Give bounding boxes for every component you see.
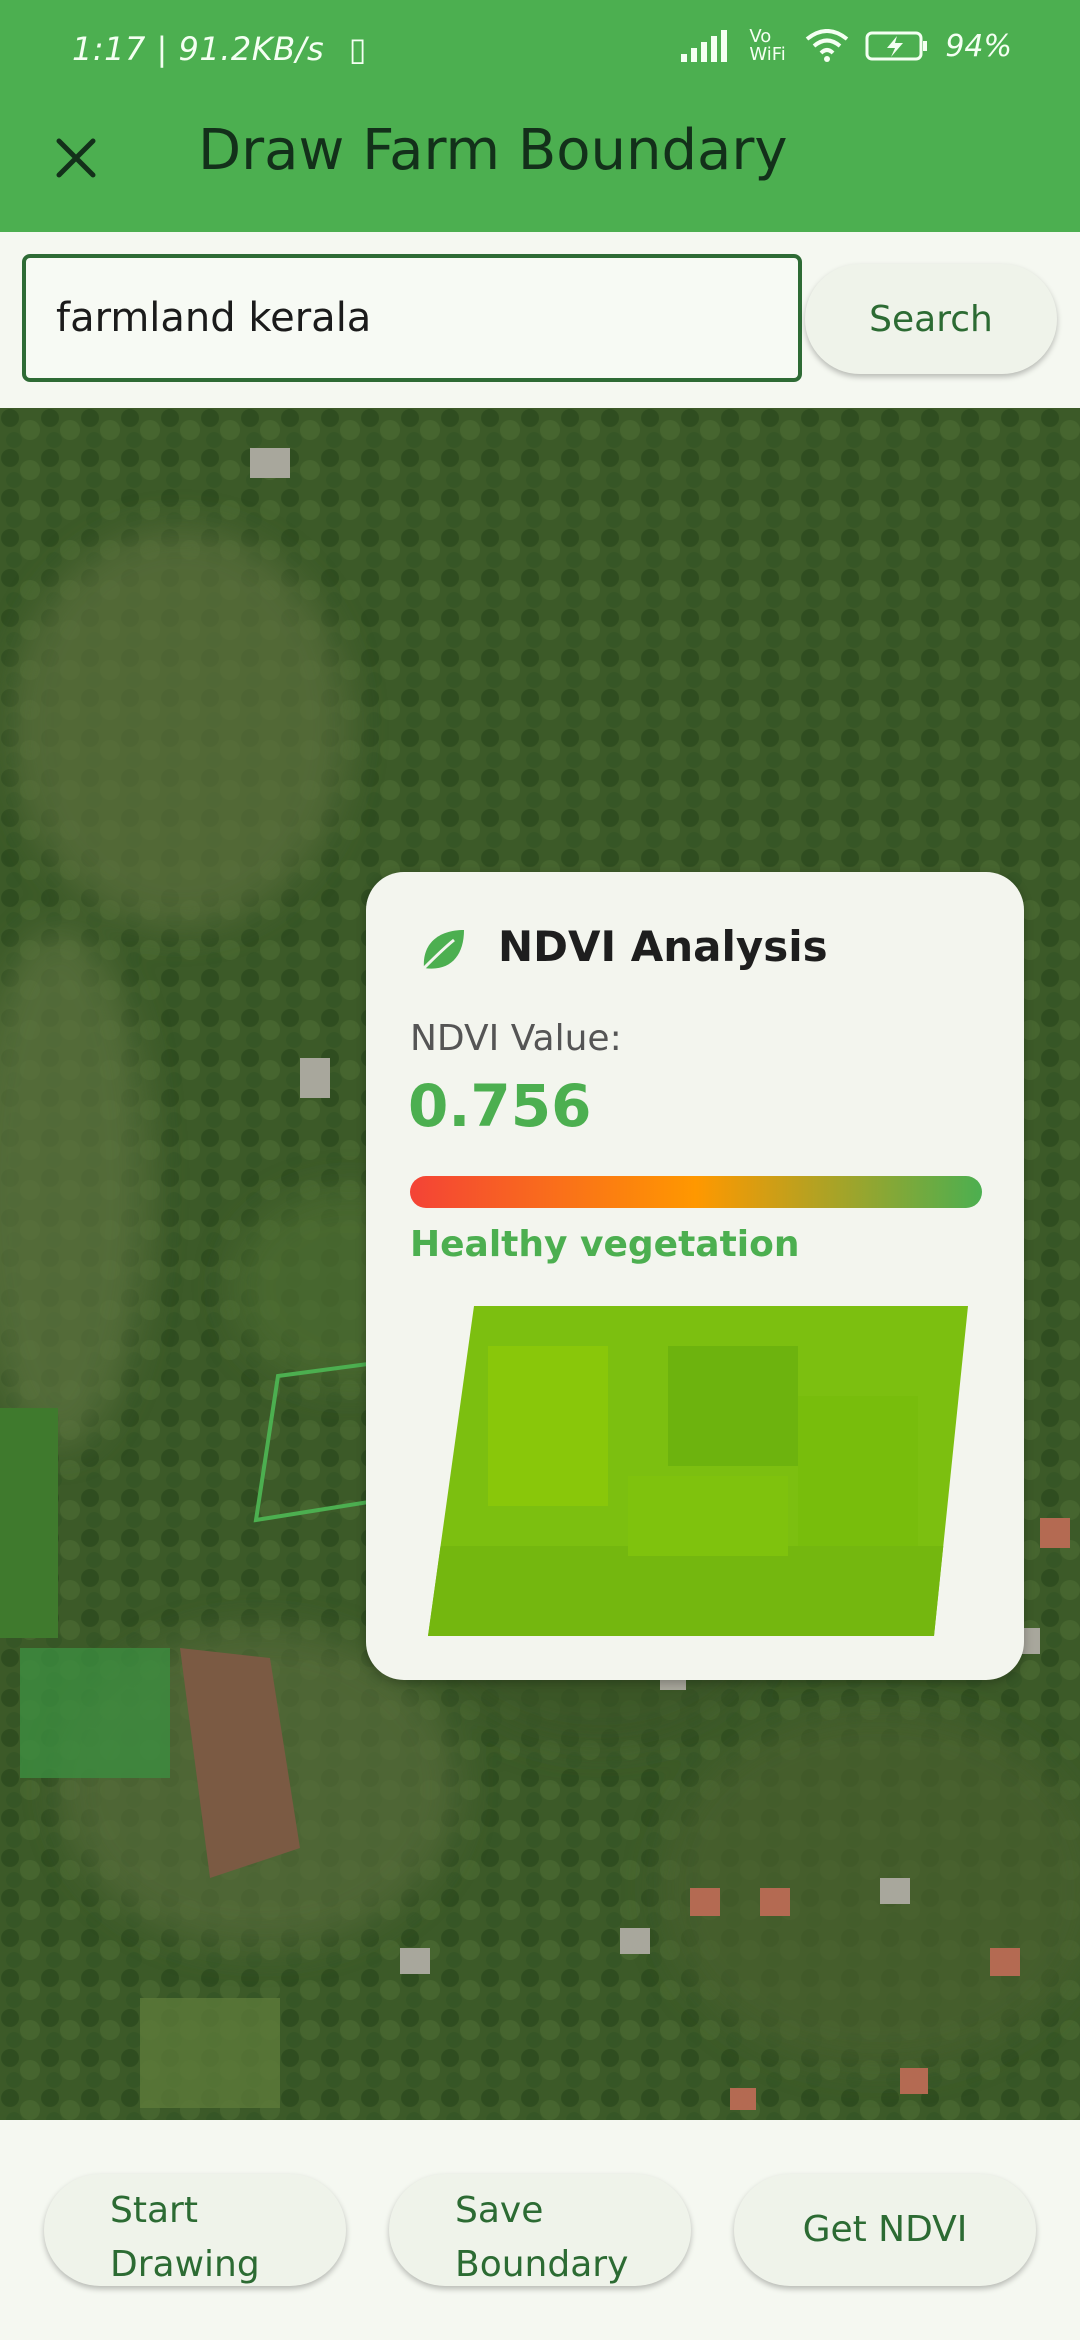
- app-bar: Draw Farm Boundary: [0, 100, 1080, 232]
- sim-icon: ▯: [348, 30, 367, 68]
- start-drawing-button[interactable]: Start Drawing: [44, 2174, 346, 2286]
- signal-icon: [681, 30, 728, 62]
- status-bar: 1:17 | 91.2KB/s ▯ Vo WiFi 94%: [0, 0, 1080, 100]
- battery-icon: [865, 31, 928, 61]
- status-left: 1:17 | 91.2KB/s ▯: [72, 30, 367, 68]
- ndvi-value-label: NDVI Value:: [410, 1018, 622, 1059]
- search-input[interactable]: [22, 254, 802, 382]
- vowifi-label: Vo WiFi: [749, 26, 786, 65]
- status-right: Vo WiFi 94%: [681, 28, 1012, 64]
- save-boundary-label: Save Boundary: [455, 2190, 629, 2285]
- wifi-icon: [806, 29, 849, 62]
- get-ndvi-label: Get NDVI: [802, 2209, 968, 2250]
- search-button[interactable]: Search: [805, 264, 1057, 374]
- leaf-icon: [422, 930, 464, 970]
- network-speed: 91.2KB/s: [178, 30, 325, 68]
- bottom-action-bar: Start Drawing Save Boundary Get NDVI: [0, 2120, 1080, 2340]
- ndvi-card-title: NDVI Analysis: [498, 922, 828, 971]
- save-boundary-button[interactable]: Save Boundary: [389, 2174, 691, 2286]
- get-ndvi-button[interactable]: Get NDVI: [734, 2174, 1036, 2286]
- start-drawing-label: Start Drawing: [110, 2190, 260, 2285]
- ndvi-value: 0.756: [408, 1072, 592, 1140]
- status-time: 1:17: [72, 30, 146, 68]
- search-row: Search: [0, 232, 1080, 408]
- close-icon: [56, 138, 96, 178]
- vegetation-status: Healthy vegetation: [410, 1224, 800, 1265]
- ndvi-preview-image: [428, 1306, 968, 1636]
- status-separator: |: [156, 30, 179, 68]
- satellite-map[interactable]: NDVI Analysis NDVI Value: 0.756 Healthy …: [0, 408, 1080, 2120]
- battery-percent: 94%: [945, 28, 1012, 64]
- ndvi-scale-bar: [410, 1176, 982, 1208]
- ndvi-card: NDVI Analysis NDVI Value: 0.756 Healthy …: [366, 872, 1024, 1680]
- close-button[interactable]: [46, 128, 106, 188]
- page-title: Draw Farm Boundary: [198, 118, 788, 183]
